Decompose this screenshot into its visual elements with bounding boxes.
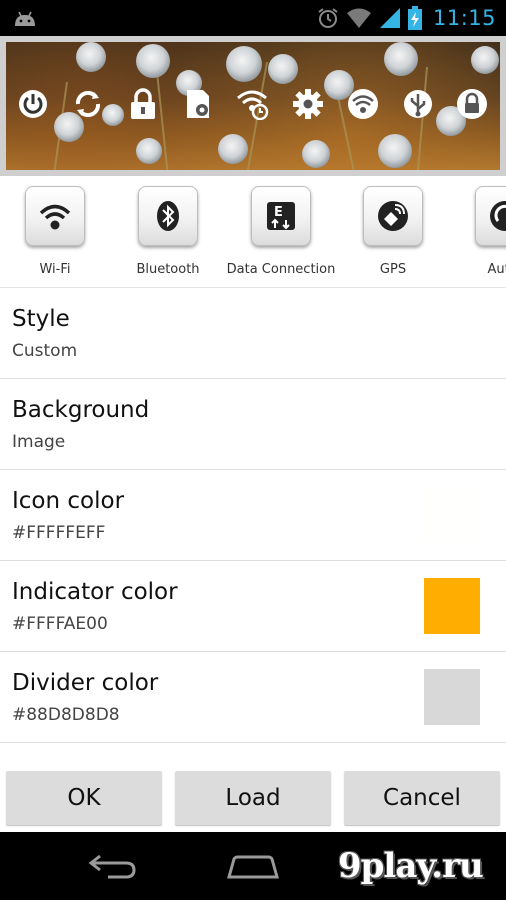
toggle-button[interactable]: E [251, 186, 311, 246]
wifi-icon [346, 87, 380, 121]
data-connection-icon: E [267, 202, 295, 230]
setting-icon-color[interactable]: Icon color #FFFFFEFF [0, 470, 506, 561]
setting-value: Image [12, 432, 66, 452]
toggle-data-connection[interactable]: E Data Connection [226, 186, 336, 277]
wifi-icon [39, 204, 71, 230]
toggle-button[interactable] [475, 186, 506, 246]
gear-icon [291, 87, 325, 121]
sd-card-settings-icon [181, 87, 215, 121]
watermark: 9play.ru [338, 846, 484, 886]
toggle-label: Wi-Fi [39, 262, 71, 277]
color-swatch[interactable] [424, 487, 480, 543]
setting-value: #FFFFFEFF [12, 523, 106, 543]
toggle-button[interactable] [363, 186, 423, 246]
setting-background[interactable]: Background Image [0, 379, 506, 470]
cancel-button[interactable]: Cancel [344, 771, 500, 825]
gps-icon [378, 201, 408, 231]
setting-value: #88D8D8D8 [12, 705, 120, 725]
color-swatch[interactable] [424, 578, 480, 634]
widget-preview [0, 36, 506, 203]
screen-lock-icon [455, 87, 489, 121]
clock: 11:15 [432, 6, 496, 30]
load-button[interactable]: Load [175, 771, 331, 825]
setting-value: Custom [12, 341, 78, 361]
setting-title: Divider color [12, 670, 159, 696]
navigation-bar: 9play.ru [0, 832, 506, 900]
svg-text:E: E [274, 205, 283, 220]
toggle-auto-rotate[interactable]: Auto- [450, 186, 506, 277]
color-swatch[interactable] [424, 669, 480, 725]
setting-value: #FFFFAE00 [12, 614, 108, 634]
toggle-label: Data Connection [226, 262, 336, 277]
auto-rotate-icon [490, 201, 506, 231]
toggle-button[interactable] [138, 186, 198, 246]
usb-icon [401, 87, 435, 121]
toggle-label: Auto- [487, 262, 506, 277]
alarm-icon [318, 8, 338, 28]
power-icon [16, 87, 50, 121]
toggle-button[interactable] [25, 186, 85, 246]
setting-title: Indicator color [12, 579, 178, 605]
setting-title: Style [12, 306, 70, 332]
toggle-wifi[interactable]: Wi-Fi [0, 186, 110, 277]
home-icon[interactable] [226, 854, 280, 880]
setting-indicator-color[interactable]: Indicator color #FFFFAE00 [0, 561, 506, 652]
setting-title: Background [12, 397, 150, 423]
wifi-icon [346, 8, 371, 28]
status-bar: 11:15 [0, 0, 506, 36]
android-icon [15, 11, 35, 26]
toggle-label: Bluetooth [136, 262, 200, 277]
toggle-bluetooth[interactable]: Bluetooth [113, 186, 223, 277]
toggle-gps[interactable]: GPS [338, 186, 448, 277]
action-bar: OK Load Cancel [0, 758, 506, 832]
ok-button[interactable]: OK [6, 771, 162, 825]
wifi-timer-icon [236, 87, 270, 121]
signal-icon [379, 8, 400, 28]
toggle-row[interactable]: Wi-Fi Bluetooth E Data Connection GPS Au [0, 176, 506, 288]
bluetooth-icon [157, 201, 179, 231]
lock-icon [126, 87, 160, 121]
preview-icon-row [6, 84, 500, 124]
toggle-label: GPS [379, 262, 407, 277]
battery-charging-icon [407, 6, 422, 30]
setting-style[interactable]: Style Custom [0, 288, 506, 379]
sync-icon [71, 87, 105, 121]
back-icon[interactable] [88, 852, 138, 880]
setting-title: Icon color [12, 488, 125, 514]
setting-divider-color[interactable]: Divider color #88D8D8D8 [0, 652, 506, 743]
